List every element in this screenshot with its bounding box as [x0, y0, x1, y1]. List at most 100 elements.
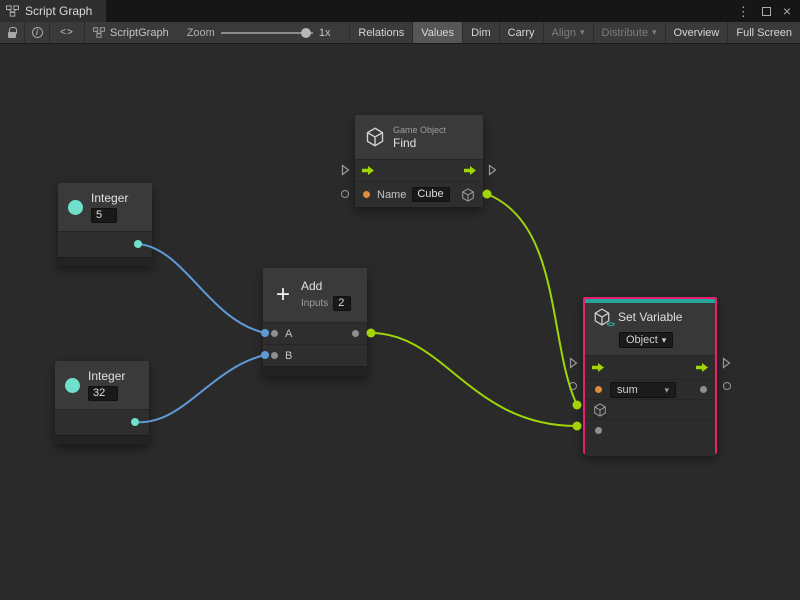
overview-button[interactable]: Overview: [665, 22, 728, 43]
node-integer-5[interactable]: Integer 5: [58, 183, 152, 266]
graph-name-label: ScriptGraph: [110, 27, 169, 39]
zoom-value: 1x: [319, 27, 331, 39]
name-input-port[interactable]: [363, 191, 370, 198]
flow-out-connector-icon[interactable]: [722, 357, 731, 369]
integer-value-field[interactable]: 5: [91, 208, 117, 223]
node-footer: [58, 257, 152, 266]
maximize-icon[interactable]: [762, 7, 771, 16]
node-port-row: [58, 231, 152, 257]
set-variable-icon: <>: [593, 308, 611, 326]
node-add[interactable]: + Add Inputs 2 A B: [263, 268, 367, 376]
chevron-down-icon: [660, 384, 669, 396]
variable-scope-dropdown[interactable]: Object: [619, 332, 673, 348]
node-integer-32[interactable]: Integer 32: [55, 361, 149, 444]
port-row-b: B: [263, 344, 367, 366]
add-icon: +: [273, 283, 293, 307]
graph-toolbar: i <> ScriptGraph Zoom 1x Relations Value…: [0, 22, 800, 44]
flow-out-connector-icon[interactable]: [488, 164, 497, 176]
gameobject-output-port-icon[interactable]: [461, 188, 475, 202]
node-footer: [263, 366, 367, 376]
graph-canvas[interactable]: Integer 5 Integer 32 Game Object Find: [0, 44, 800, 600]
zoom-slider[interactable]: [221, 22, 313, 43]
values-button[interactable]: Values: [412, 22, 462, 43]
sum-output-port[interactable]: [352, 330, 359, 337]
variable-name-port[interactable]: [595, 386, 602, 393]
target-object-row: [585, 399, 715, 419]
node-title: Find: [393, 136, 446, 150]
integer-icon: [68, 200, 83, 215]
integer-icon: [65, 378, 80, 393]
node-body-spacer: [585, 441, 715, 456]
relations-button[interactable]: Relations: [349, 22, 412, 43]
full-screen-button[interactable]: Full Screen: [727, 22, 800, 43]
wire-integer5-to-add-a: [138, 244, 265, 333]
node-title: Integer: [91, 191, 128, 205]
distribute-dropdown[interactable]: Distribute: [593, 22, 665, 43]
align-dropdown[interactable]: Align: [543, 22, 593, 43]
carry-button[interactable]: Carry: [499, 22, 543, 43]
tab-title: Script Graph: [25, 4, 92, 18]
name-input-field[interactable]: Cube: [412, 187, 450, 202]
lock-icon: [8, 32, 16, 38]
flow-port-row: [355, 159, 483, 181]
flow-out-arrow-icon[interactable]: [695, 362, 709, 373]
flow-in-arrow-icon[interactable]: [361, 165, 375, 176]
node-header: Game Object Find: [355, 115, 483, 159]
zoom-slider-thumb[interactable]: [301, 28, 311, 38]
node-set-variable[interactable]: <> Set Variable Object sum: [583, 297, 717, 454]
name-in-connector[interactable]: [569, 382, 577, 390]
name-port-row: Name Cube: [355, 181, 483, 207]
value-input-port[interactable]: [595, 427, 602, 434]
dim-button[interactable]: Dim: [462, 22, 499, 43]
node-category: Game Object: [393, 125, 446, 135]
edit-code-button[interactable]: <>: [50, 22, 84, 43]
port-endpoint-find-out[interactable]: [483, 190, 492, 199]
game-object-icon: [365, 127, 385, 147]
value-out-connector[interactable]: [723, 382, 731, 390]
port-endpoint-setvar-object[interactable]: [573, 401, 582, 410]
flow-in-connector-icon[interactable]: [569, 357, 578, 369]
close-icon[interactable]: ×: [783, 4, 791, 18]
window-titlebar: Script Graph ⋮ ×: [0, 0, 800, 22]
node-title: Add: [301, 279, 351, 293]
node-port-row: [55, 409, 149, 435]
lock-button[interactable]: [0, 22, 24, 43]
inputs-count-field[interactable]: 2: [333, 296, 351, 311]
code-icon: <>: [60, 27, 74, 38]
port-label: Name: [377, 189, 406, 201]
wire-find-to-setvariable-object: [487, 194, 577, 405]
node-title: Set Variable: [618, 310, 682, 324]
node-header: + Add Inputs 2: [263, 268, 367, 322]
port-row-a: A: [263, 322, 367, 344]
inspector-button[interactable]: i: [25, 22, 49, 43]
output-value-port[interactable]: [700, 386, 707, 393]
inputs-label: Inputs: [301, 298, 328, 309]
menu-kebab-icon[interactable]: ⋮: [737, 5, 750, 18]
node-gameobject-find[interactable]: Game Object Find Name Cube: [355, 115, 483, 207]
integer-value-field[interactable]: 32: [88, 386, 118, 401]
variable-name-dropdown[interactable]: sum: [610, 382, 676, 398]
name-in-connector[interactable]: [341, 190, 349, 198]
port-label: A: [285, 328, 292, 340]
graph-breadcrumb[interactable]: ScriptGraph: [85, 27, 177, 39]
flow-out-arrow-icon[interactable]: [463, 165, 477, 176]
graph-icon: [6, 5, 19, 17]
flow-in-connector-icon[interactable]: [341, 164, 350, 176]
flow-in-arrow-icon[interactable]: [591, 362, 605, 373]
tab-script-graph[interactable]: Script Graph: [0, 0, 106, 22]
wire-add-to-setvariable-value: [371, 333, 577, 426]
flow-port-row: [585, 355, 715, 379]
script-graph-icon: [93, 27, 105, 38]
port-label: B: [285, 350, 292, 362]
zoom-label: Zoom: [187, 27, 215, 39]
node-footer: [55, 435, 149, 444]
zoom-slider-track: [221, 32, 313, 34]
window-controls: ⋮ ×: [737, 4, 800, 18]
port-endpoint-add-out[interactable]: [367, 329, 376, 338]
info-icon: i: [32, 27, 43, 38]
input-port-a[interactable]: [271, 330, 278, 337]
node-title: Integer: [88, 369, 125, 383]
input-port-b[interactable]: [271, 352, 278, 359]
port-endpoint-setvar-value[interactable]: [573, 422, 582, 431]
gameobject-input-port-icon[interactable]: [593, 403, 607, 417]
